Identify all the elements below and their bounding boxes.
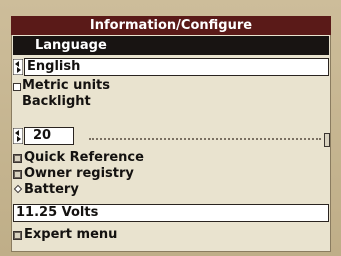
title-bar: Information/Configure [11, 16, 331, 35]
metric-units-checkbox-icon[interactable] [13, 83, 21, 91]
language-section-header[interactable]: Language [13, 36, 329, 55]
backlight-slider-track[interactable] [89, 138, 321, 142]
backlight-slider-thumb[interactable] [324, 133, 330, 147]
quick-reference-item[interactable]: Quick Reference [24, 150, 144, 166]
metric-units-label: Metric units [22, 78, 110, 93]
left-right-arrow-icon[interactable] [13, 128, 23, 144]
left-right-arrow-icon[interactable] [13, 59, 23, 75]
lcd-screen: Information/Configure Language English M… [11, 16, 331, 252]
backlight-value: 20 [33, 128, 52, 143]
expand-box-icon[interactable] [13, 170, 22, 179]
device-bezel: Information/Configure Language English M… [0, 0, 341, 256]
battery-reading-value: 11.25 Volts [16, 205, 99, 220]
battery-item[interactable]: Battery [24, 182, 79, 198]
expert-menu-item[interactable]: Expert menu [24, 227, 117, 243]
diamond-icon[interactable] [13, 184, 23, 194]
owner-registry-item[interactable]: Owner registry [24, 166, 134, 182]
language-section-label: Language [35, 38, 107, 53]
backlight-label: Backlight [22, 94, 91, 109]
expand-box-icon[interactable] [13, 231, 22, 240]
expand-box-icon[interactable] [13, 154, 22, 163]
language-value: English [27, 59, 81, 74]
page-title: Information/Configure [89, 18, 253, 33]
